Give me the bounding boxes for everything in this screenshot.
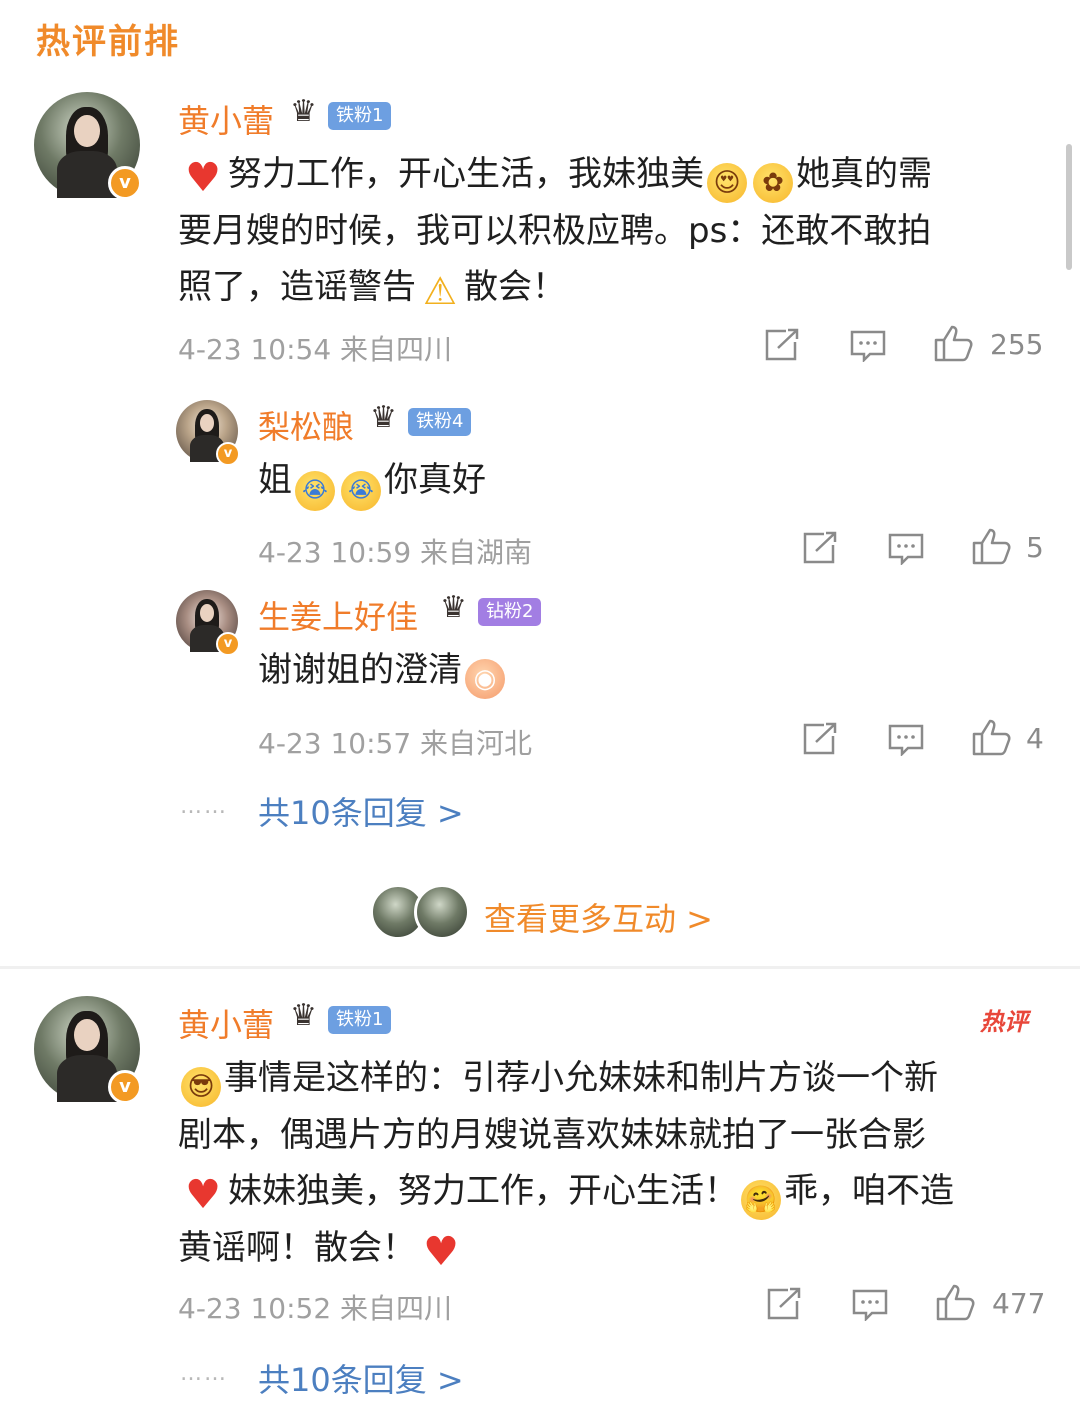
fan-badge[interactable]: 铁粉1 [328,1006,392,1034]
hug-emoji: 🤗 [741,1180,781,1220]
pleading-emoji: ◉ [465,659,505,699]
avatar [414,884,470,940]
section-title: 热评前排 [36,22,180,62]
crown-icon: ♛ [290,998,317,1033]
heart-eyes-emoji: 😍 [707,163,747,203]
username[interactable]: 黄小蕾 [178,96,274,142]
comment-text: 😎 事情是这样的：引荐小允妹妹和制片方谈一个新 剧本，偶遇片方的月嫂说喜欢妹妹就拍… [178,1058,954,1275]
hot-comment-tag: 热评 [980,1008,1028,1036]
cry-emoji: 😭 [341,471,381,511]
more-interactions-link[interactable]: 查看更多互动 > [484,894,713,940]
verified-icon: v [108,166,142,200]
flower-emoji: ✿ [753,163,793,203]
comment-icon[interactable] [852,1289,888,1321]
username[interactable]: 黄小蕾 [178,1000,274,1046]
heart-emoji: ♥ [185,1172,221,1218]
like-icon[interactable] [934,324,974,362]
reply-text: 姐 😭 😭 你真好 [258,452,486,511]
comment-icon[interactable] [888,533,924,565]
like-icon[interactable] [972,527,1012,565]
comment-text: ♥ 努力工作，开心生活，我妹独美 😍 ✿ 她真的需 要月嫂的时候，我可以积极应聘。ps：… [178,154,932,313]
share-icon[interactable] [766,1287,802,1321]
username[interactable]: 生姜上好佳 [258,592,418,638]
warning-emoji: ⚠ [422,269,458,313]
like-count: 5 [1026,531,1044,564]
reply-text: 谢谢姐的澄清 ◉ [258,642,508,699]
comment-meta: 4-23 10:54 来自四川 [178,333,453,366]
scrollbar[interactable] [1066,144,1072,270]
like-count: 4 [1026,722,1044,755]
more-replies-link[interactable]: 共10条回复 > [258,788,464,834]
cool-sunglasses-emoji: 😎 [181,1067,221,1107]
heart-emoji: ♥ [423,1229,459,1275]
crown-icon: ♛ [440,590,467,625]
like-count: 477 [992,1287,1046,1320]
share-icon[interactable] [802,531,838,565]
fan-badge[interactable]: 铁粉4 [408,408,472,436]
username[interactable]: 梨松酿 [258,402,354,448]
crown-icon: ♛ [290,94,317,129]
comment-icon[interactable] [888,724,924,756]
reply-meta: 4-23 10:59 来自湖南 [258,536,533,569]
verified-icon: v [216,442,240,466]
like-icon[interactable] [936,1283,976,1321]
comment-icon[interactable] [850,330,886,362]
ellipsis: …… [180,794,228,819]
comment-meta: 4-23 10:52 来自四川 [178,1292,453,1325]
heart-emoji: ♥ [185,155,221,201]
share-icon[interactable] [802,722,838,756]
share-icon[interactable] [764,328,800,362]
verified-icon: v [108,1070,142,1104]
divider [0,966,1080,969]
reply-meta: 4-23 10:57 来自河北 [258,727,533,760]
like-icon[interactable] [972,718,1012,756]
fan-badge[interactable]: 铁粉1 [328,102,392,130]
verified-icon: v [216,632,240,656]
cry-emoji: 😭 [295,471,335,511]
like-count: 255 [990,328,1044,361]
ellipsis: …… [180,1361,228,1386]
crown-icon: ♛ [370,400,397,435]
more-replies-link[interactable]: 共10条回复 > [258,1355,464,1401]
fan-badge[interactable]: 钻粉2 [478,598,542,626]
